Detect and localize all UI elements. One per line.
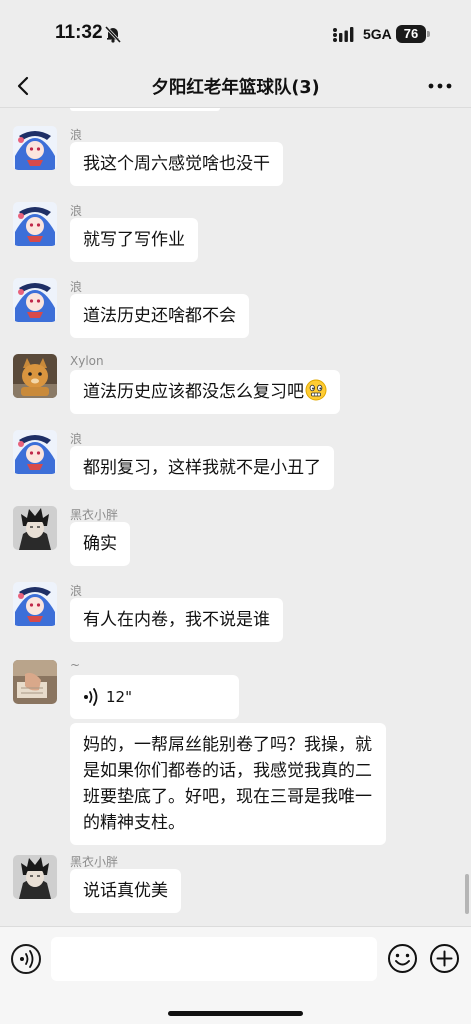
message-bubble[interactable]: 妈的，一帮屌丝能别卷了吗？我操，就是如果你们都卷的话，我感觉我真的二班要垫底了。… xyxy=(70,723,386,845)
battery-level: 76 xyxy=(396,25,426,43)
sender-name: 黑衣小胖 xyxy=(70,855,119,869)
avatar[interactable] xyxy=(13,278,57,322)
awkward-face-emoji-icon xyxy=(305,379,327,401)
more-dots-icon[interactable] xyxy=(428,82,452,90)
voice-message-bubble[interactable]: 12" xyxy=(70,675,239,719)
battery-icon: 76 xyxy=(396,25,430,43)
clock-time: 11:32 xyxy=(55,22,103,43)
message-bubble[interactable]: 都别复习，这样我就不是小丑了 xyxy=(70,446,334,490)
anime-girl-avatar-icon xyxy=(13,202,57,246)
avatar[interactable] xyxy=(13,430,57,474)
input-bar xyxy=(0,926,471,1024)
sender-name: 浪 xyxy=(70,204,83,218)
cellular-signal-icon xyxy=(333,27,354,42)
anime-girl-avatar-icon xyxy=(13,278,57,322)
sender-name: 黑衣小胖 xyxy=(70,508,119,522)
network-type: 5GA xyxy=(363,26,392,42)
sender-name: 浪 xyxy=(70,280,83,294)
message-bubble[interactable]: 说话真优美 xyxy=(70,869,181,913)
avatar[interactable] xyxy=(13,506,57,550)
bell-slash-icon xyxy=(104,25,122,43)
message-bubble[interactable]: 道法历史还啥都不会 xyxy=(70,294,249,338)
home-indicator[interactable] xyxy=(168,1011,303,1016)
avatar[interactable] xyxy=(13,660,57,704)
avatar[interactable] xyxy=(13,582,57,626)
sender-name: 浪 xyxy=(70,128,83,142)
avatar[interactable] xyxy=(13,202,57,246)
hand-photo-avatar-icon xyxy=(13,660,57,704)
status-bar: 11:32 5GA 76 xyxy=(0,0,471,64)
message-bubble[interactable]: 我这个周六感觉啥也没干 xyxy=(70,142,283,186)
scrollbar[interactable] xyxy=(465,874,469,914)
plus-circle-icon[interactable] xyxy=(429,943,460,974)
manga-boy-avatar-icon xyxy=(13,506,57,550)
sender-name: ~ xyxy=(70,658,81,672)
anime-girl-avatar-icon xyxy=(13,126,57,170)
message-text: 道法历史应该都没怎么复习吧 xyxy=(83,382,304,402)
voice-input-toggle[interactable] xyxy=(11,944,41,974)
avatar[interactable] xyxy=(13,126,57,170)
voice-wave-icon xyxy=(84,688,98,706)
nav-bar: 夕阳红老年篮球队(3) xyxy=(0,64,471,108)
message-bubble[interactable]: 有人在内卷，我不说是谁 xyxy=(70,598,283,642)
cat-avatar-icon xyxy=(13,354,57,398)
voice-wave-icon xyxy=(20,950,34,968)
manga-boy-avatar-icon xyxy=(13,855,57,899)
avatar[interactable] xyxy=(13,354,57,398)
sender-name: Xylon xyxy=(70,354,104,368)
message-input[interactable] xyxy=(51,937,377,981)
previous-bubble-edge xyxy=(70,108,220,111)
message-bubble[interactable]: 道法历史应该都没怎么复习吧 xyxy=(70,370,340,414)
message-bubble[interactable]: 确实 xyxy=(70,522,130,566)
anime-girl-avatar-icon xyxy=(13,582,57,626)
avatar[interactable] xyxy=(13,855,57,899)
anime-girl-avatar-icon xyxy=(13,430,57,474)
smiley-icon[interactable] xyxy=(387,943,418,974)
voice-duration: 12" xyxy=(106,688,132,706)
sender-name: 浪 xyxy=(70,584,83,598)
message-bubble[interactable]: 就写了写作业 xyxy=(70,218,198,262)
chat-title: 夕阳红老年篮球队(3) xyxy=(151,78,320,98)
sender-name: 浪 xyxy=(70,432,83,446)
